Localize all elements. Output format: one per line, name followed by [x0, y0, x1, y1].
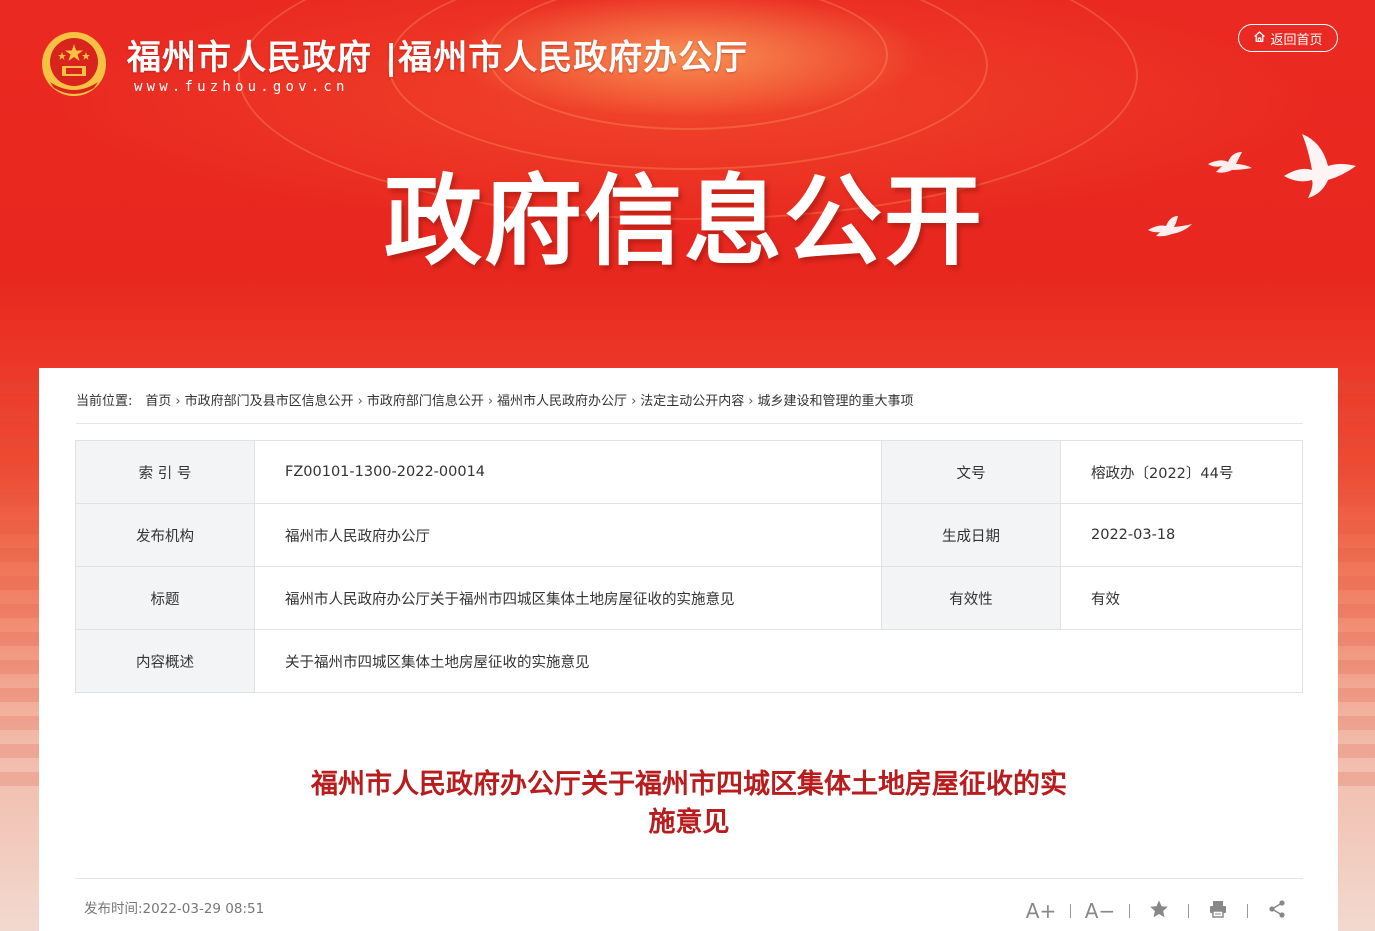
meta-key: 有效性: [881, 566, 1061, 630]
share-button[interactable]: [1260, 898, 1294, 924]
breadcrumb-item[interactable]: 法定主动公开内容: [640, 394, 744, 409]
print-button[interactable]: [1201, 898, 1235, 924]
meta-value: 有效: [1060, 566, 1303, 630]
meta-key: 文号: [881, 440, 1061, 504]
share-icon: [1267, 899, 1287, 924]
favorite-button[interactable]: [1142, 898, 1176, 924]
document-title-line: 施意见: [648, 807, 730, 838]
return-home-label: 返回首页: [1270, 32, 1323, 48]
side-decoration-left: [0, 380, 40, 800]
home-icon: [1253, 30, 1266, 47]
publish-time: 发布时间:2022-03-29 08:51: [84, 901, 265, 917]
meta-value: 福州市人民政府办公厅: [254, 503, 882, 567]
breadcrumb-item[interactable]: 城乡建设和管理的重大事项: [757, 394, 913, 409]
breadcrumb-separator: ›: [357, 394, 363, 409]
dove-icon: [1206, 150, 1254, 181]
breadcrumb-separator: ›: [487, 394, 494, 409]
meta-value: 福州市人民政府办公厅关于福州市四城区集体土地房屋征收的实施意见: [254, 566, 882, 630]
toolbar-separator: [1129, 904, 1130, 918]
font-smaller-button[interactable]: A−: [1083, 898, 1117, 924]
meta-value: FZ00101-1300-2022-00014: [254, 440, 882, 504]
meta-key: 生成日期: [881, 503, 1061, 567]
table-row: 发布机构 福州市人民政府办公厅 生成日期 2022-03-18: [75, 503, 1303, 567]
meta-key: 内容概述: [75, 629, 255, 693]
breadcrumb-item[interactable]: 首页: [145, 394, 171, 409]
return-home-button[interactable]: 返回首页: [1238, 24, 1338, 52]
content-panel: 当前位置: 首页 › 市政府部门及县市区信息公开 › 市政府部门信息公开 › 福州市人民政府办…: [39, 368, 1338, 931]
meta-value: 2022-03-18: [1060, 503, 1303, 567]
toolbar-separator: [1070, 904, 1071, 918]
meta-key: 发布机构: [75, 503, 255, 567]
meta-value: 关于福州市四城区集体土地房屋征收的实施意见: [254, 629, 1303, 693]
breadcrumb-lead: 当前位置:: [76, 394, 133, 409]
dove-icon: [1278, 132, 1360, 207]
toolbar-separator: [1188, 904, 1189, 918]
site-title: 福州市人民政府 |福州市人民政府办公厅: [127, 38, 749, 78]
document-title-line: 福州市人民政府办公厅关于福州市四城区集体土地房屋征收的实: [311, 769, 1067, 800]
table-row: 索 引 号 FZ00101-1300-2022-00014 文号 榕政办〔202…: [75, 440, 1303, 504]
dove-icon: [1146, 214, 1194, 243]
breadcrumb-item[interactable]: 市政府部门及县市区信息公开: [185, 394, 354, 409]
toolbar-separator: [1247, 904, 1248, 918]
print-icon: [1208, 899, 1228, 924]
table-row: 内容概述 关于福州市四城区集体土地房屋征收的实施意见: [75, 629, 1303, 693]
divider: [75, 878, 1303, 879]
table-row: 标题 福州市人民政府办公厅关于福州市四城区集体土地房屋征收的实施意见 有效性 有…: [75, 566, 1303, 630]
breadcrumb-item[interactable]: 福州市人民政府办公厅: [497, 394, 627, 409]
star-icon: [1149, 899, 1169, 924]
font-larger-button[interactable]: A+: [1024, 898, 1058, 924]
meta-key: 标题: [75, 566, 255, 630]
breadcrumb-separator: ›: [748, 394, 754, 409]
breadcrumb: 当前位置: 首页 › 市政府部门及县市区信息公开 › 市政府部门信息公开 › 福州市人民政府办…: [76, 390, 1303, 424]
side-decoration-right: [1338, 380, 1375, 800]
site-url: www.fuzhou.gov.cn: [134, 79, 349, 95]
meta-value: 榕政办〔2022〕44号: [1060, 440, 1303, 504]
national-emblem-icon: [40, 30, 108, 98]
breadcrumb-separator: ›: [631, 394, 637, 409]
breadcrumb-separator: ›: [175, 394, 181, 409]
page-heading: 政府信息公开: [384, 165, 985, 279]
document-meta-table: 索 引 号 FZ00101-1300-2022-00014 文号 榕政办〔202…: [75, 440, 1303, 693]
article-toolbar: A+ A−: [1024, 898, 1294, 924]
breadcrumb-item[interactable]: 市政府部门信息公开: [367, 394, 484, 409]
meta-key: 索 引 号: [75, 440, 255, 504]
document-title: 福州市人民政府办公厅关于福州市四城区集体土地房屋征收的实 施意见: [239, 766, 1139, 842]
